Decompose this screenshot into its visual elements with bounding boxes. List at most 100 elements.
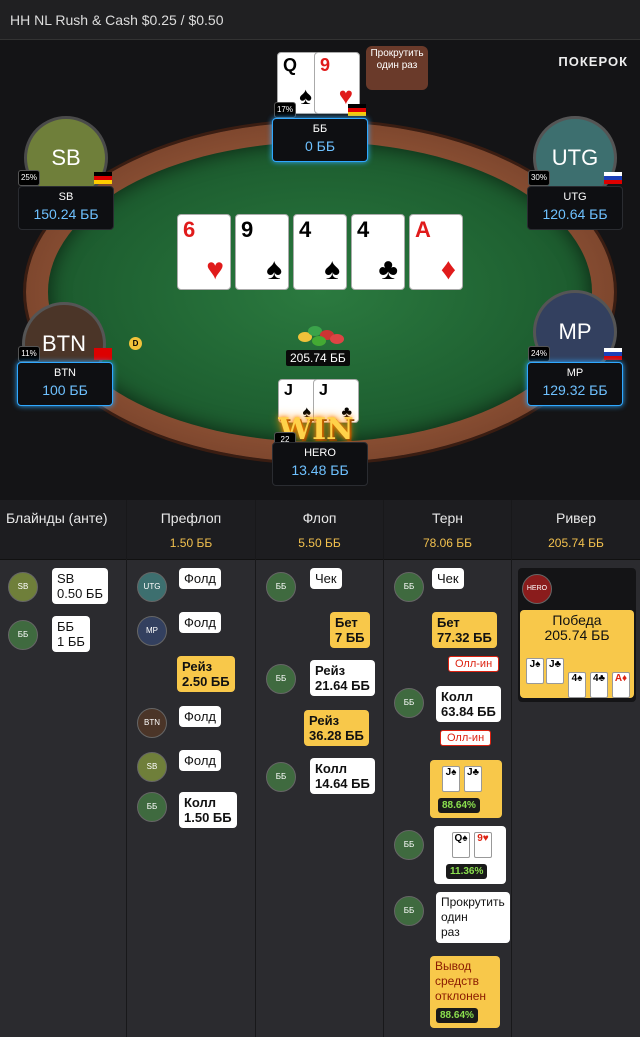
sb-blind-label: SB 0.50 ББ — [52, 568, 108, 604]
hand-history: Блайнды (анте) SB SB 0.50 ББ ББ ББ 1 ББ … — [0, 500, 640, 1037]
line: 2.50 ББ — [182, 674, 230, 689]
slovenia-flag-icon — [604, 348, 622, 360]
dealer-button-icon: D — [129, 337, 142, 350]
hero-position-icon: HERO — [522, 574, 552, 604]
board-card-3: 4 ♠ — [293, 214, 347, 290]
line: 21.64 ББ — [315, 678, 370, 693]
line: Колл — [315, 761, 348, 776]
line: раз — [441, 925, 460, 939]
board-card-1: 6 ♥ — [177, 214, 231, 290]
line: Рейз — [182, 659, 213, 674]
line: 1.50 ББ — [184, 810, 232, 825]
bb-mini-card-2: 9♥ — [474, 832, 492, 858]
bb-mini-card-1: Q♠ — [452, 832, 470, 858]
board-card-5: A ♦ — [409, 214, 463, 290]
brand-logo: ПОКЕРОК — [558, 54, 628, 69]
hero-stack: 13.48 ББ — [291, 462, 349, 478]
winning-card-3: 4♠ — [568, 672, 586, 698]
card-rank: 4 — [357, 217, 370, 242]
bb-position-icon: ББ — [8, 620, 38, 650]
mp-position-icon: MP — [137, 616, 167, 646]
mp-fold-label: Фолд — [179, 612, 221, 633]
bb-position-icon: ББ — [394, 688, 424, 718]
sb-stack: 150.24 ББ — [33, 206, 99, 222]
winning-card-1: J♠ — [526, 658, 544, 684]
card-suit: ♣ — [378, 253, 398, 286]
river-title: Ривер — [555, 510, 596, 526]
turn-column: Терн 78.06 ББ ББ Чек Бет 77.32 ББ Олл-ин… — [384, 500, 512, 1037]
line: один — [441, 910, 468, 924]
winning-card-2: J♣ — [546, 658, 564, 684]
turn-header: Терн 78.06 ББ — [384, 500, 511, 560]
bb-position-icon: ББ — [266, 664, 296, 694]
line: Колл — [184, 795, 217, 810]
bb-position-icon: ББ — [266, 572, 296, 602]
hero-reraise-label: Рейз 36.28 ББ — [304, 710, 369, 746]
line: Прокрутить — [441, 895, 505, 909]
sb-equity-badge: 25% — [18, 170, 40, 186]
winning-card-5: A♦ — [612, 672, 630, 698]
card-suit: ♠ — [299, 83, 312, 110]
bb-call-label: Колл 1.50 ББ — [179, 792, 237, 828]
card-rank: 9 — [241, 217, 254, 242]
line: Рейз — [315, 663, 346, 678]
card-suit: ♠ — [266, 253, 282, 286]
hero-nameplate[interactable]: HERO 13.48 ББ — [272, 442, 368, 486]
river-column: Ривер 205.74 ББ HERO Победа 205.74 ББ J♠… — [512, 500, 640, 1037]
germany-flag-icon — [348, 104, 366, 116]
utg-nameplate[interactable]: UTG 120.64 ББ — [527, 186, 623, 230]
pot-amount: 205.74 ББ — [286, 350, 350, 366]
bb-check-label: Чек — [310, 568, 342, 589]
bb-blind-label: ББ 1 ББ — [52, 616, 90, 652]
board-card-2: 9 ♠ — [235, 214, 289, 290]
card-suit: ♥ — [206, 253, 224, 286]
mp-equity-badge: 24% — [528, 346, 550, 362]
sb-nameplate[interactable]: SB 150.24 ББ — [18, 186, 114, 230]
blinds-column: Блайнды (анте) SB SB 0.50 ББ ББ ББ 1 ББ — [0, 500, 127, 1037]
card-rank: A — [415, 217, 431, 242]
bb-raise-label: Рейз 21.64 ББ — [310, 660, 375, 696]
bb-position-icon: ББ — [394, 830, 424, 860]
mp-nameplate[interactable]: MP 129.32 ББ — [527, 362, 623, 406]
river-pot: 205.74 ББ — [548, 536, 604, 550]
hero-equity-value: 88.64% — [438, 798, 480, 813]
bb-equity-value: 11.36% — [446, 864, 488, 879]
bb-call-label: Колл 63.84 ББ — [436, 686, 501, 722]
card-suit: ♦ — [440, 253, 456, 286]
line: Рейз — [309, 713, 340, 728]
preflop-header: Префлоп 1.50 ББ — [127, 500, 255, 560]
btn-name: BTN — [54, 367, 76, 379]
line: 14.64 ББ — [315, 776, 370, 791]
blinds-title: Блайнды (анте) — [6, 510, 108, 526]
card-rank: J — [284, 382, 293, 399]
utg-equity-badge: 30% — [528, 170, 550, 186]
bb-position-icon: ББ — [266, 762, 296, 792]
card-suit: ♠ — [324, 253, 340, 286]
board-card-4: 4 ♣ — [351, 214, 405, 290]
hong-kong-flag-icon — [94, 348, 112, 360]
line: отклонен — [435, 989, 487, 1003]
bb-position-icon: ББ — [394, 572, 424, 602]
line: 36.28 ББ — [309, 728, 364, 743]
btn-stack: 100 ББ — [42, 382, 88, 398]
preflop-pot: 1.50 ББ — [169, 536, 213, 550]
card-rank: J — [319, 382, 328, 399]
line: SB — [57, 571, 75, 586]
btn-equity-badge: 11% — [18, 346, 40, 362]
line: средств — [435, 974, 479, 988]
line: 0.50 ББ — [57, 586, 103, 601]
flop-header: Флоп 5.50 ББ — [256, 500, 383, 560]
line: Бет — [335, 615, 358, 630]
bb-nameplate[interactable]: ББ 0 ББ — [272, 118, 368, 162]
btn-fold-label: Фолд — [179, 706, 221, 727]
sb-position-icon: SB — [8, 572, 38, 602]
utg-name: UTG — [563, 191, 587, 203]
line: 77.32 ББ — [437, 630, 492, 645]
bb-position-icon: ББ — [137, 792, 167, 822]
flop-title: Флоп — [302, 510, 337, 526]
sb-fold-label: Фолд — [179, 750, 221, 771]
line: Колл — [441, 689, 474, 704]
btn-nameplate[interactable]: BTN 100 ББ — [17, 362, 113, 406]
utg-fold-label: Фолд — [179, 568, 221, 589]
russia-flag-icon — [604, 172, 622, 184]
